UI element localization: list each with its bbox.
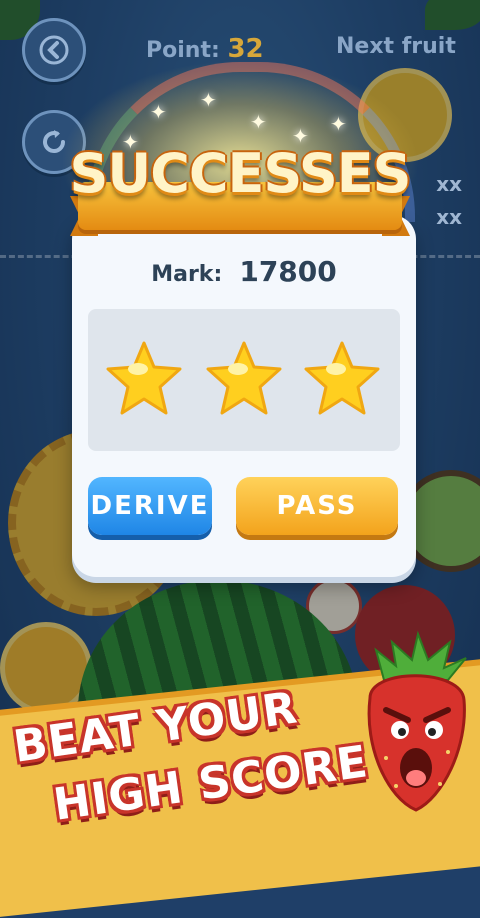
mark-value: 17800 <box>239 255 337 288</box>
strawberry-mascot <box>367 630 467 812</box>
next-fruit-label: Next fruit <box>336 34 456 59</box>
result-dialog: Mark: 17800 DERIVE PASS <box>72 215 416 577</box>
sparkle-icon: ✦ <box>250 110 267 134</box>
side-value-1: xx <box>436 172 462 196</box>
star-rating <box>88 309 400 451</box>
sparkle-icon: ✦ <box>330 112 347 136</box>
success-title: SUCCESSES <box>69 142 411 205</box>
star-icon <box>304 341 380 415</box>
star-icon <box>106 341 182 415</box>
mark-row: Mark: 17800 <box>72 255 416 288</box>
derive-button[interactable]: DERIVE <box>88 477 212 535</box>
mark-label: Mark: <box>151 262 223 287</box>
side-value-2: xx <box>436 205 462 229</box>
pass-button[interactable]: PASS <box>236 477 398 535</box>
sparkle-icon: ✦ <box>200 88 217 112</box>
star-icon <box>206 341 282 415</box>
sparkle-icon: ✦ <box>150 100 167 124</box>
